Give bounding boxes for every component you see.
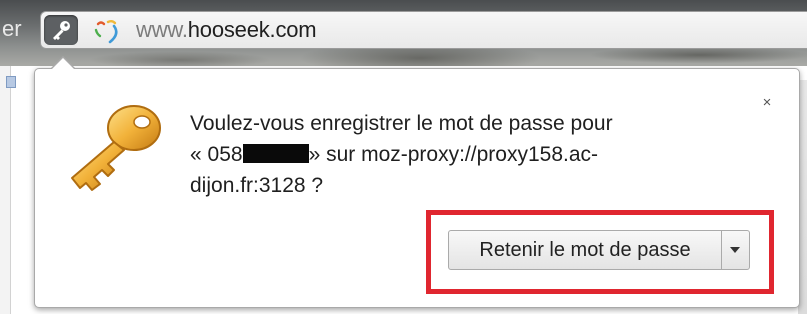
message-line-1: Voulez-vous enregistrer le mot de passe … <box>190 112 613 135</box>
red-highlight-box <box>426 210 774 294</box>
url-prefix: www. <box>136 17 188 42</box>
bookmark-icon <box>6 76 16 88</box>
close-icon[interactable]: × <box>760 95 774 110</box>
password-key-button[interactable] <box>44 15 78 45</box>
save-password-message: Voulez-vous enregistrer le mot de passe … <box>190 108 710 201</box>
partial-tab-text: er <box>2 16 22 41</box>
redacted-username <box>242 144 309 163</box>
golden-key-icon <box>71 105 161 191</box>
message-line-2: « 058 » sur moz-proxy://proxy158.ac- <box>190 139 710 170</box>
loading-spinner-icon <box>94 20 118 44</box>
message-line-3: dijon.fr:3128 ? <box>190 174 324 197</box>
url-domain: hooseek.com <box>187 17 317 42</box>
bubble-arrow <box>51 58 75 70</box>
url-display[interactable]: www.hooseek.com <box>136 17 317 43</box>
message-user-prefix: « 058 <box>190 143 243 166</box>
left-edge <box>0 66 11 314</box>
key-icon <box>53 21 70 40</box>
message-user-suffix: » sur moz-proxy://proxy158.ac- <box>308 143 598 166</box>
